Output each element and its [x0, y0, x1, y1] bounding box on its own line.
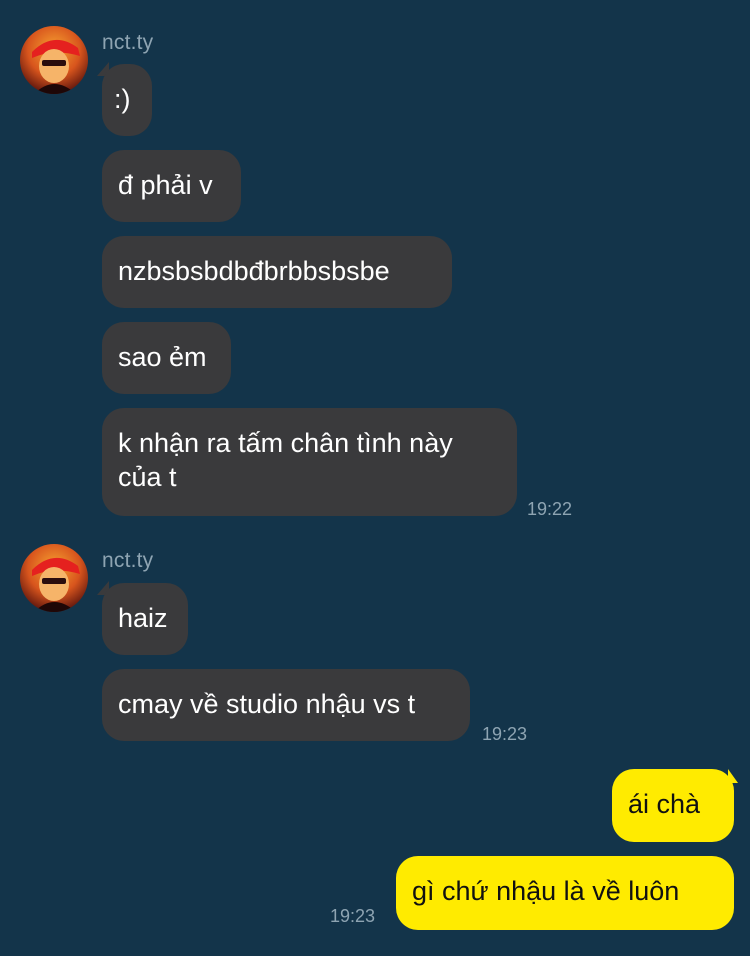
sender-name: nct.ty: [102, 31, 154, 54]
user-avatar-icon: [20, 26, 88, 94]
message-bubble[interactable]: haiz: [102, 583, 188, 655]
message-timestamp: 19:23: [482, 724, 528, 744]
message-bubble[interactable]: nzbsbsbdbđbrbbsbsbe: [102, 236, 452, 308]
message-bubble[interactable]: k nhận ra tấm chân tình này của t: [102, 408, 517, 516]
bubble-tail: [728, 769, 738, 783]
outgoing-message-bubble[interactable]: gì chứ nhậu là về luôn: [396, 856, 734, 930]
message-bubble[interactable]: sao ẻm: [102, 322, 231, 394]
message-timestamp: 19:22: [527, 499, 573, 519]
message-bubble[interactable]: cmay về studio nhậu vs t: [102, 669, 470, 741]
message-bubble[interactable]: đ phải v: [102, 150, 241, 222]
sender-avatar[interactable]: [20, 26, 88, 94]
outgoing-message-bubble[interactable]: ái chà: [612, 769, 734, 842]
user-avatar-icon: [20, 544, 88, 612]
message-bubble[interactable]: :): [102, 64, 152, 136]
message-timestamp: 19:23: [330, 906, 376, 926]
sender-name: nct.ty: [102, 549, 154, 572]
sender-avatar[interactable]: [20, 544, 88, 612]
chat-conversation: nct.ty :) đ phải v nzbsbsbdbđbrbbsbsbe s…: [0, 0, 750, 956]
